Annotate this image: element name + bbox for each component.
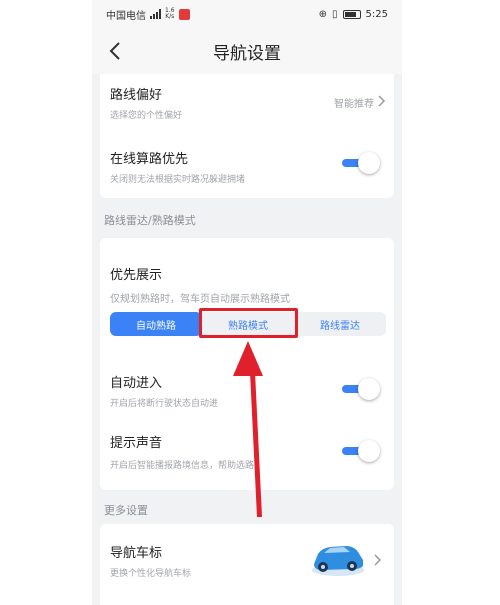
- online-calc-title: 在线算路优先: [110, 152, 189, 167]
- network-speed-unit: K/s: [165, 13, 175, 20]
- auto-enter-title: 自动进入: [110, 376, 163, 391]
- chevron-right-icon: [374, 554, 382, 566]
- back-button[interactable]: [104, 40, 126, 62]
- nav-car-icon-row[interactable]: 导航车标 更换个性化导航车标: [100, 524, 394, 594]
- toggle-knob: [358, 440, 380, 462]
- bluetooth-icon: ▯: [332, 8, 338, 20]
- display-priority-subtitle: 仅规划熟路时，驾车页自动展示熟路模式: [110, 294, 290, 305]
- toggle-knob: [358, 152, 380, 174]
- route-preference-title: 路线偏好: [110, 88, 163, 103]
- section-label-radar: 路线雷达/熟路模式: [104, 214, 196, 227]
- voice-toggle[interactable]: [340, 440, 380, 462]
- route-preference-row[interactable]: 路线偏好 选择您的个性偏好 智能推荐: [100, 74, 394, 126]
- route-preference-subtitle: 选择您的个性偏好: [110, 111, 183, 121]
- online-calc-subtitle: 关闭则无法根据实时路况躲避拥堵: [110, 175, 246, 185]
- display-priority-title: 优先展示: [110, 268, 163, 283]
- chevron-right-icon: [378, 95, 386, 107]
- signal-icon: [150, 9, 161, 19]
- app-header: 导航设置: [92, 28, 402, 74]
- voice-title: 提示声音: [110, 436, 163, 451]
- section-label-more: 更多设置: [104, 504, 148, 517]
- annotation-highlight-box: [199, 308, 298, 338]
- route-preference-value: 智能推荐: [334, 99, 374, 110]
- auto-enter-toggle[interactable]: [340, 378, 380, 400]
- route-settings-card: 路线偏好 选择您的个性偏好 智能推荐 在线算路优先 关闭则无法根据实时路况躲避拥…: [100, 74, 394, 198]
- online-calc-toggle[interactable]: [340, 152, 380, 174]
- battery-icon: [342, 9, 361, 19]
- carrier-name: 中国电信: [106, 10, 146, 22]
- phone-screen: 中国电信 1.6 K/s ⊕ ▯ 5:25 导航设置 路线偏好 选择您的个性偏好: [92, 0, 402, 605]
- segment-route-radar[interactable]: 路线雷达: [294, 312, 386, 336]
- more-settings-card: 导航车标 更换个性化导航车标: [100, 524, 394, 605]
- page-title: 导航设置: [213, 43, 281, 64]
- segment-auto-familiar[interactable]: 自动熟路: [110, 312, 202, 336]
- display-settings-card: 优先展示 仅规划熟路时，驾车页自动展示熟路模式 自动熟路 熟路模式 路线雷达 自…: [100, 238, 394, 490]
- voice-subtitle: 开启后智能播报路境信息，帮助选路: [110, 461, 255, 471]
- nav-car-icon-subtitle: 更换个性化导航车标: [110, 569, 192, 579]
- clock: 5:25: [365, 8, 388, 20]
- status-bar: 中国电信 1.6 K/s ⊕ ▯ 5:25: [92, 0, 402, 28]
- vibrate-icon: ⊕: [318, 8, 328, 20]
- toggle-knob: [358, 378, 380, 400]
- notification-icon: [178, 8, 190, 20]
- car-icon: [312, 546, 364, 576]
- nav-car-icon-title: 导航车标: [110, 546, 163, 561]
- network-speed: 1.6 K/s: [165, 8, 175, 20]
- auto-enter-subtitle: 开启后将断行驶状态自动进: [110, 399, 219, 409]
- chevron-left-icon: [109, 42, 120, 60]
- online-calc-row: 在线算路优先 关闭则无法根据实时路况躲避拥堵: [100, 136, 394, 188]
